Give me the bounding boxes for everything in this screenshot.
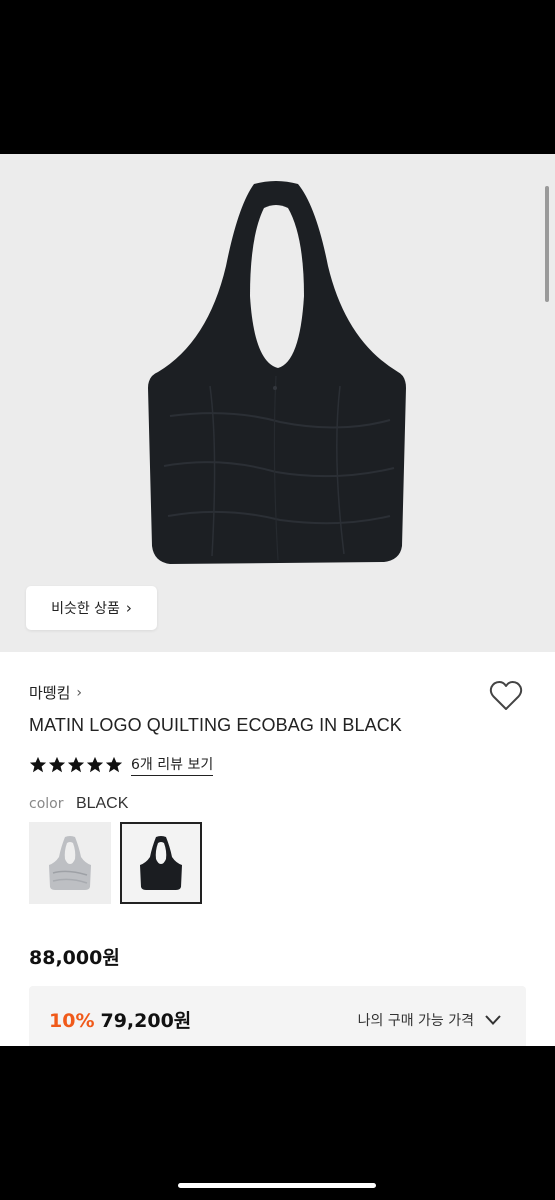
discount-box[interactable]: 10% 79,200원 나의 구매 가능 가격 <box>29 986 526 1046</box>
home-indicator[interactable] <box>178 1183 376 1188</box>
discount-percent: 10% <box>49 1010 95 1032</box>
rating-row: 6개 리뷰 보기 <box>29 754 214 776</box>
star-icon <box>105 756 123 773</box>
rating-stars <box>29 756 123 774</box>
black-bag-thumbnail <box>140 836 182 890</box>
product-title: MATIN LOGO QUILTING ECOBAG IN BLACK <box>29 715 402 735</box>
swatch-black[interactable] <box>120 822 202 904</box>
color-row: color BLACK <box>29 795 128 813</box>
brand-link[interactable]: 마뗑킴 › <box>29 682 82 703</box>
star-icon <box>48 756 66 773</box>
product-page: 비슷한 상품 › 마뗑킴 › MATIN LOGO QUILTING ECOBA… <box>0 154 555 1046</box>
product-image-area[interactable]: 비슷한 상품 › <box>0 154 555 652</box>
heart-icon[interactable] <box>489 680 523 712</box>
chevron-down-icon <box>485 1015 501 1025</box>
brand-name: 마뗑킴 <box>29 684 71 702</box>
my-price-toggle[interactable]: 나의 구매 가능 가격 <box>358 1010 502 1030</box>
chevron-right-icon: › <box>76 684 83 701</box>
scrollbar-thumb[interactable] <box>545 186 549 302</box>
color-value: BLACK <box>75 795 129 812</box>
swatch-silver[interactable] <box>29 822 111 904</box>
color-swatches <box>29 822 202 904</box>
reviews-link[interactable]: 6개 리뷰 보기 <box>131 754 214 776</box>
discount-price: 79,200원 <box>100 1010 192 1032</box>
discount-price-group: 10% 79,200원 <box>49 1006 191 1033</box>
color-label: color <box>29 796 64 812</box>
similar-products-label: 비슷한 상품 <box>51 601 120 617</box>
chevron-right-icon: › <box>125 599 132 617</box>
star-icon <box>67 756 85 773</box>
product-bag-image <box>148 181 406 564</box>
similar-products-button[interactable]: 비슷한 상품 › <box>26 586 157 630</box>
original-price: 88,000원 <box>29 947 120 969</box>
star-icon <box>29 756 47 773</box>
star-icon <box>86 756 104 773</box>
screen: 비슷한 상품 › 마뗑킴 › MATIN LOGO QUILTING ECOBA… <box>0 0 555 1200</box>
silver-bag-thumbnail <box>49 836 91 890</box>
my-price-label: 나의 구매 가능 가격 <box>357 1013 474 1029</box>
